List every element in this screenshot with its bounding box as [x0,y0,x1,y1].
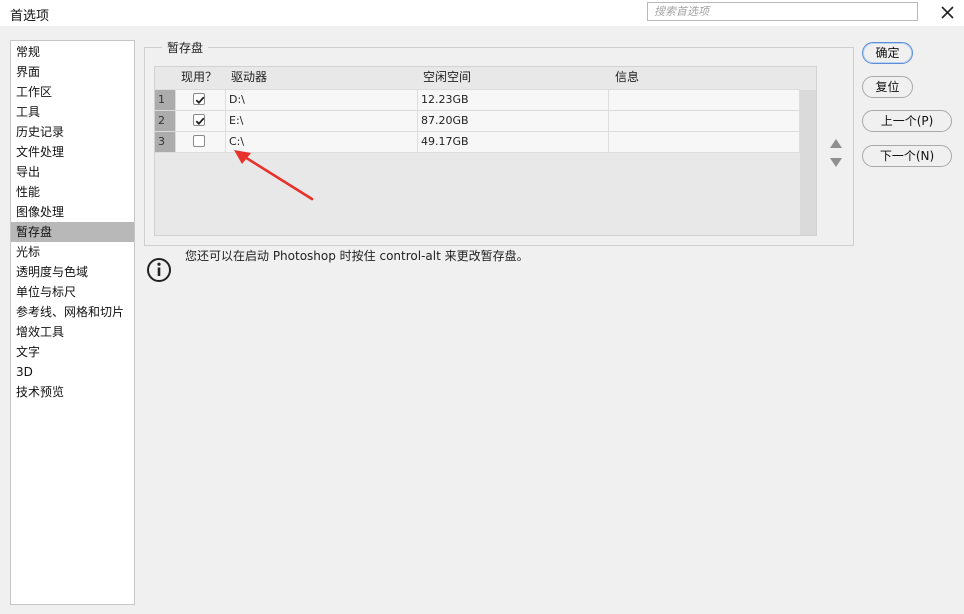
free-space-cell: 12.23GB [418,90,609,110]
active-checkbox[interactable] [193,135,205,147]
sidebar-item-workspace[interactable]: 工作区 [11,82,134,102]
col-header-active: 现用？ [181,70,218,84]
sidebar: 常规 界面 工作区 工具 历史记录 文件处理 导出 性能 图像处理 暂存盘 光标… [10,40,135,605]
sidebar-item-export[interactable]: 导出 [11,162,134,182]
hint-text: 您还可以在启动 Photoshop 时按住 control-alt 来更改暂存盘… [185,249,529,263]
title-bar: 首选项 [0,0,964,26]
sidebar-item-interface[interactable]: 界面 [11,62,134,82]
table-scrollbar[interactable] [800,90,816,235]
active-cell [176,90,226,110]
drive-cell: E:\ [226,111,418,131]
sidebar-item-performance[interactable]: 性能 [11,182,134,202]
active-checkbox[interactable] [193,93,205,105]
move-down-icon[interactable] [829,156,843,168]
group-title: 暂存盘 [162,39,209,56]
sidebar-item-type[interactable]: 文字 [11,342,134,362]
sidebar-item-tech-previews[interactable]: 技术预览 [11,382,134,402]
table-row[interactable]: 2 E:\ 87.20GB [155,111,800,131]
sidebar-item-image-processing[interactable]: 图像处理 [11,202,134,222]
drive-cell: D:\ [226,90,418,110]
sidebar-item-file-handling[interactable]: 文件处理 [11,142,134,162]
info-cell [609,111,800,131]
reset-button[interactable]: 复位 [862,76,913,98]
row-number: 1 [155,90,175,110]
sidebar-item-transparency-gamut[interactable]: 透明度与色域 [11,262,134,282]
sidebar-item-guides-grid-slices[interactable]: 参考线、网格和切片 [11,302,134,322]
active-cell [176,132,226,152]
sidebar-item-cursors[interactable]: 光标 [11,242,134,262]
free-space-cell: 49.17GB [418,132,609,152]
active-cell [176,111,226,131]
window-title: 首选项 [10,9,50,24]
free-space-cell: 87.20GB [418,111,609,131]
sidebar-item-scratch-disks[interactable]: 暂存盘 [11,222,134,242]
sidebar-item-plugins[interactable]: 增效工具 [11,322,134,342]
sidebar-item-history[interactable]: 历史记录 [11,122,134,142]
sidebar-item-general[interactable]: 常规 [11,42,134,62]
prev-button[interactable]: 上一个(P) [862,110,952,132]
info-icon [147,258,171,282]
active-checkbox[interactable] [193,114,205,126]
move-up-icon[interactable] [829,138,843,150]
col-header-info: 信息 [615,70,640,84]
close-icon[interactable] [937,4,957,22]
next-button[interactable]: 下一个(N) [862,145,952,167]
sidebar-item-3d[interactable]: 3D [11,362,134,382]
search-input[interactable] [648,3,917,20]
annotation-arrow-icon [234,150,314,201]
row-number: 2 [155,111,175,131]
info-cell [609,132,800,152]
table-row[interactable]: 1 D:\ 12.23GB [155,90,800,110]
info-cell [609,90,800,110]
sidebar-item-tools[interactable]: 工具 [11,102,134,122]
search-box[interactable] [647,2,918,21]
col-header-free-space: 空闲空间 [423,70,472,84]
col-header-drive: 驱动器 [231,70,268,84]
row-number: 3 [155,132,175,152]
ok-button[interactable]: 确定 [862,42,913,64]
sidebar-item-units-rulers[interactable]: 单位与标尺 [11,282,134,302]
